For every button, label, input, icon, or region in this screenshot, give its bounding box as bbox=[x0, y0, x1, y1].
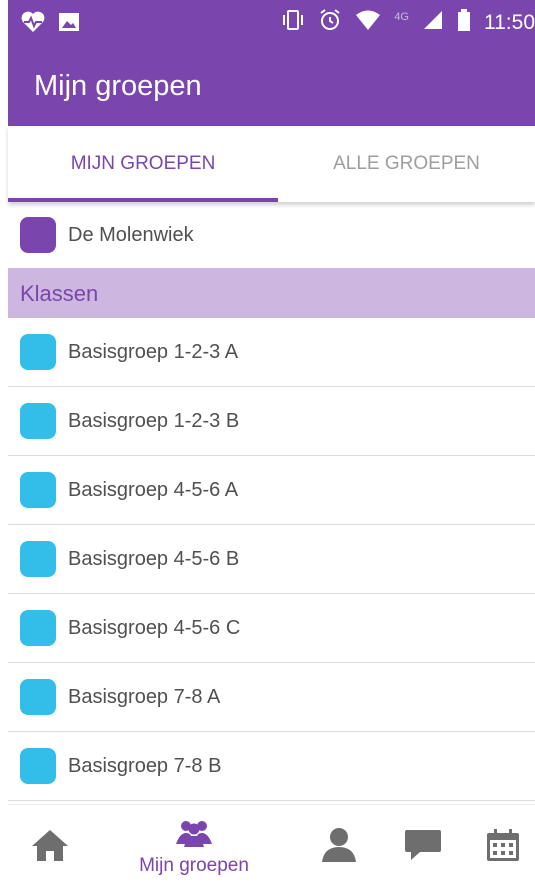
group-row[interactable]: Basisgroep 4-5-6 B bbox=[8, 525, 535, 594]
tab-mijn-groepen[interactable]: MIJN GROEPEN bbox=[8, 126, 278, 202]
group-color-swatch bbox=[20, 541, 56, 577]
group-label: Basisgroep 7-8 B bbox=[68, 754, 222, 777]
network-type: 4G bbox=[394, 10, 409, 23]
active-tab-indicator bbox=[8, 198, 278, 202]
image-icon bbox=[58, 11, 80, 38]
nav-mijn-groepen[interactable]: Mijn groepen bbox=[120, 805, 268, 888]
tab-bar: MIJN GROEPEN ALLE GROEPEN bbox=[8, 126, 535, 202]
app-bar: Mijn groepen bbox=[8, 48, 535, 126]
vibrate-icon bbox=[281, 8, 305, 37]
home-icon bbox=[30, 827, 70, 868]
group-row[interactable]: Basisgroep 1-2-3 B bbox=[8, 387, 535, 456]
section-header-klassen: Klassen bbox=[8, 268, 535, 318]
chat-icon bbox=[403, 826, 443, 869]
nav-label: Mijn groepen bbox=[139, 854, 249, 876]
group-color-swatch bbox=[20, 403, 56, 439]
group-row[interactable]: Basisgroep 4-5-6 A bbox=[8, 456, 535, 525]
heart-pulse-icon bbox=[20, 10, 46, 39]
group-label: Basisgroep 4-5-6 B bbox=[68, 547, 240, 570]
group-label: Basisgroep 1-2-3 A bbox=[68, 340, 239, 363]
page-title: Mijn groepen bbox=[34, 70, 202, 102]
nav-profile[interactable] bbox=[314, 805, 364, 888]
group-color-swatch bbox=[20, 472, 56, 508]
group-row[interactable]: Basisgroep 1-2-3 A bbox=[8, 318, 535, 387]
calendar-icon bbox=[485, 827, 521, 868]
group-color-swatch bbox=[20, 610, 56, 646]
wifi-icon bbox=[355, 9, 381, 36]
nav-home[interactable] bbox=[20, 805, 80, 888]
group-row[interactable]: Basisgroep 7-8 A bbox=[8, 663, 535, 732]
group-color-swatch bbox=[20, 334, 56, 370]
section-title: Klassen bbox=[20, 281, 99, 306]
person-icon bbox=[319, 826, 359, 869]
alarm-icon bbox=[318, 8, 342, 37]
group-color-swatch bbox=[20, 748, 56, 784]
group-color-swatch bbox=[20, 679, 56, 715]
group-row[interactable]: Basisgroep 7-8 B bbox=[8, 732, 535, 801]
group-label: Basisgroep 4-5-6 C bbox=[68, 616, 241, 639]
group-label: Basisgroep 4-5-6 A bbox=[68, 478, 239, 501]
bottom-navigation: Mijn groepen bbox=[8, 804, 535, 888]
nav-calendar[interactable] bbox=[478, 805, 528, 888]
group-row-de-molenwiek[interactable]: De Molenwiek bbox=[8, 202, 535, 268]
group-label: Basisgroep 1-2-3 B bbox=[68, 409, 240, 432]
group-label: De Molenwiek bbox=[68, 223, 194, 246]
groups-icon bbox=[174, 818, 214, 853]
clock: 11:50 bbox=[484, 10, 535, 34]
nav-messages[interactable] bbox=[398, 805, 448, 888]
tab-alle-groepen[interactable]: ALLE GROEPEN bbox=[278, 126, 535, 202]
group-row[interactable]: Basisgroep 4-5-6 C bbox=[8, 594, 535, 663]
app-screen: 4G 11:50 Mijn groepen MIJN GROEPEN ALLE … bbox=[8, 0, 535, 888]
group-label: Basisgroep 7-8 A bbox=[68, 685, 221, 708]
battery-icon bbox=[457, 8, 471, 37]
signal-icon bbox=[422, 9, 444, 36]
group-color-swatch bbox=[20, 217, 56, 253]
status-bar: 4G 11:50 bbox=[8, 0, 535, 48]
